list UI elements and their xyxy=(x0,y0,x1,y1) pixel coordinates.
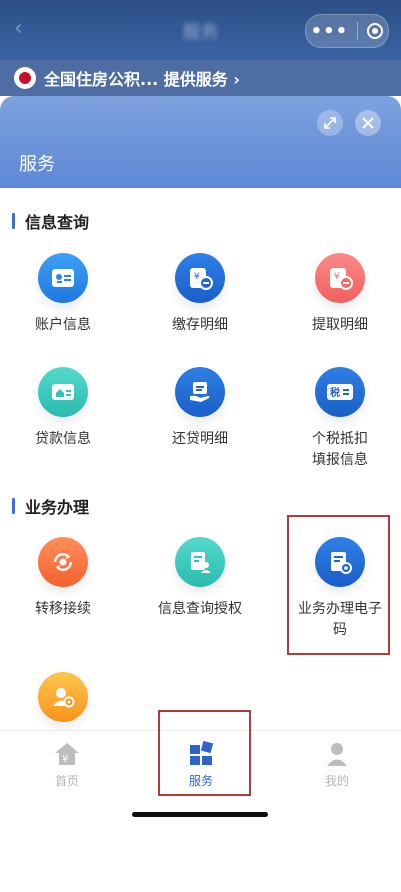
service-sheet-header: 服务 xyxy=(0,96,401,188)
service-item-label: 信息查询授权 xyxy=(158,601,242,617)
service-item-loan-info[interactable]: 贷款信息 xyxy=(3,367,123,450)
top-navbar: ‹ 服务 ••• xyxy=(0,0,401,60)
section-title-text: 信息查询 xyxy=(25,213,90,232)
service-item-label: 个税抵扣 填报信息 xyxy=(312,431,368,468)
svg-text:税: 税 xyxy=(330,386,340,399)
service-item-label: 缴存明细 xyxy=(172,317,228,333)
user-settings-icon xyxy=(38,672,88,722)
service-item-label: 贷款信息 xyxy=(35,431,91,447)
service-item-label: 转移接续 xyxy=(35,601,91,617)
service-item-withdraw-details[interactable]: ¥ 提取明细 xyxy=(280,253,400,336)
service-item-deposit-details[interactable]: ¥ 缴存明细 xyxy=(140,253,260,336)
section-title-info-query: 信息查询 xyxy=(12,209,89,233)
svg-text:¥: ¥ xyxy=(194,272,200,282)
home-icon: ¥ xyxy=(27,739,107,769)
repay-icon xyxy=(175,367,225,417)
provider-strip[interactable]: 全国住房公积... 提供服务 › xyxy=(0,60,401,96)
expand-icon[interactable] xyxy=(317,110,343,136)
highlight-box-service-tab xyxy=(158,710,251,796)
home-indicator xyxy=(132,812,268,817)
service-item-label: 还贷明细 xyxy=(172,431,228,447)
section-accent-bar xyxy=(12,498,15,514)
tax-icon: 税 xyxy=(315,367,365,417)
highlight-box-ecode xyxy=(287,515,390,655)
provider-text: 全国住房公积... 提供服务 › xyxy=(44,70,240,89)
transfer-icon xyxy=(38,537,88,587)
service-item-account-info[interactable]: 账户信息 xyxy=(3,253,123,336)
tab-home[interactable]: ¥ 首页 xyxy=(27,739,107,789)
section-accent-bar xyxy=(12,213,15,229)
service-item-query-authorization[interactable]: 信息查询授权 xyxy=(140,537,260,620)
section-title-business: 业务办理 xyxy=(12,494,89,518)
provider-logo xyxy=(14,67,36,89)
service-item-label: 账户信息 xyxy=(35,317,91,333)
close-icon[interactable] xyxy=(355,110,381,136)
id-card-icon xyxy=(38,253,88,303)
capsule-divider xyxy=(357,22,359,40)
loan-icon xyxy=(38,367,88,417)
close-miniapp-icon[interactable] xyxy=(367,23,384,39)
service-item-tax-deduction[interactable]: 税 个税抵扣 填报信息 xyxy=(280,367,400,471)
svg-text:¥: ¥ xyxy=(62,754,68,765)
service-item-repayment-details[interactable]: 还贷明细 xyxy=(140,367,260,450)
authorize-icon xyxy=(175,537,225,587)
service-item-user-settings[interactable] xyxy=(3,672,123,722)
sheet-title: 服务 xyxy=(19,154,55,175)
miniapp-capsule: ••• xyxy=(305,14,389,48)
tab-label: 我的 xyxy=(324,774,349,788)
section-title-text: 业务办理 xyxy=(25,498,90,517)
service-item-label: 提取明细 xyxy=(312,317,368,333)
tab-mine[interactable]: 我的 xyxy=(297,739,377,789)
svg-text:¥: ¥ xyxy=(334,272,340,282)
tab-label: 首页 xyxy=(54,774,79,788)
more-menu-icon[interactable]: ••• xyxy=(311,21,349,42)
withdraw-icon: ¥ xyxy=(315,253,365,303)
service-item-transfer[interactable]: 转移接续 xyxy=(3,537,123,620)
deposit-icon: ¥ xyxy=(175,253,225,303)
profile-icon xyxy=(297,739,377,769)
